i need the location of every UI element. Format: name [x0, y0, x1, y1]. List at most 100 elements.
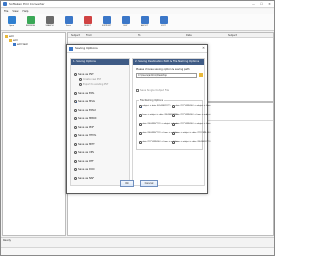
save-icon: [64, 16, 73, 24]
naming-radio[interactable]: [172, 132, 175, 135]
format-option[interactable]: Save as EML: [74, 91, 94, 95]
format-option[interactable]: Save as HTML: [74, 134, 96, 137]
app-logo-icon: [3, 2, 7, 6]
naming-radio[interactable]: [172, 105, 175, 108]
pst-sub-radio[interactable]: [79, 78, 82, 81]
tree-node-grandchild[interactable]: eml test: [13, 43, 28, 46]
naming-legend: File Naming Options: [139, 99, 165, 102]
format-option[interactable]: Save as MBOX: [74, 117, 97, 120]
tree-node-child[interactable]: eml: [9, 39, 18, 42]
column-header[interactable]: Subject: [71, 33, 80, 38]
column-header[interactable]: Date: [186, 33, 192, 38]
search-icon: [45, 16, 54, 24]
naming-radio[interactable]: [139, 114, 142, 117]
mail-icon: [13, 43, 16, 46]
close-window-button[interactable]: ✕: [267, 2, 272, 6]
format-radio[interactable]: [74, 117, 77, 120]
status-bar: Ready: [1, 237, 274, 245]
naming-option[interactable]: from + subject + date (DD-MM-YYYY): [172, 141, 211, 144]
format-radio[interactable]: [74, 176, 77, 180]
path-label: Please choose saving option & saving pat…: [136, 68, 190, 71]
about-button[interactable]: ABOUT: [136, 14, 153, 30]
save-button[interactable]: Save: [60, 14, 77, 30]
naming-radio[interactable]: [139, 105, 142, 108]
naming-radio[interactable]: [139, 123, 142, 126]
maximize-button[interactable]: ☐: [259, 2, 264, 6]
file-naming-group: File Naming Options subject + date (DD-M…: [136, 99, 211, 150]
format-option[interactable]: Save as PST: [74, 73, 94, 76]
single-output-option[interactable]: Save Single Output File: [136, 89, 169, 92]
column-header[interactable]: From: [86, 33, 92, 38]
naming-radio[interactable]: [139, 141, 142, 144]
exit-button[interactable]: EXIT: [155, 14, 172, 30]
search-button[interactable]: SEARCH: [41, 14, 58, 30]
naming-option[interactable]: date (YYYY-MM-DD) + from + subject: [172, 114, 211, 117]
open-icon: [7, 16, 16, 24]
format-radio[interactable]: [74, 108, 77, 112]
format-option[interactable]: Save as EMLX: [74, 108, 96, 112]
minimize-button[interactable]: —: [251, 2, 256, 6]
app-logo-icon: [69, 47, 73, 51]
format-radio[interactable]: [74, 91, 77, 95]
status-text: Ready: [3, 239, 12, 242]
pst-sub-option[interactable]: Create new PST: [79, 78, 101, 81]
format-radio[interactable]: [74, 125, 77, 129]
naming-option[interactable]: date (YYYY-MM-DD) + subject + from: [172, 123, 211, 126]
format-option[interactable]: Save as MHT: [74, 142, 95, 146]
folder-icon: [5, 35, 8, 38]
format-option[interactable]: Save as NSF: [74, 176, 94, 180]
tree-node-root[interactable]: eml: [5, 35, 14, 38]
naming-option[interactable]: subject + date (DD-MM-YYYY): [139, 105, 170, 108]
naming-radio[interactable]: [139, 132, 142, 135]
format-option[interactable]: Save as MSG: [74, 100, 95, 103]
browse-folder-icon[interactable]: [199, 73, 203, 77]
refresh-button[interactable]: REFRESH: [22, 14, 39, 30]
format-radio[interactable]: [74, 100, 77, 103]
naming-option[interactable]: from + subject + date (YYYY-MM-DD): [172, 132, 211, 135]
format-option[interactable]: Save as DOC: [74, 168, 95, 171]
close-icon[interactable]: ✕: [202, 46, 205, 50]
format-radio[interactable]: [74, 134, 77, 137]
bottom-bar: [1, 247, 274, 255]
buy-button[interactable]: BUY: [117, 14, 134, 30]
info-icon: [140, 16, 149, 24]
pst-sub-radio[interactable]: [79, 83, 82, 86]
naming-radio[interactable]: [172, 141, 175, 144]
list-header: Subject From To Date Subject: [68, 33, 273, 38]
single-output-checkbox[interactable]: [136, 89, 139, 92]
format-radio[interactable]: [74, 73, 77, 76]
naming-radio[interactable]: [172, 123, 175, 126]
ok-button[interactable]: Ok: [120, 180, 134, 187]
naming-option[interactable]: date (YYYY-MM-DD) + subject + from: [172, 105, 211, 108]
support-icon: [102, 16, 111, 24]
open-button[interactable]: Open: [3, 14, 20, 30]
window-title: Softaken Eml Converter: [9, 2, 45, 6]
column-header[interactable]: Subject: [228, 33, 237, 38]
format-option[interactable]: Save as XPS: [74, 151, 94, 154]
column-header[interactable]: To: [138, 33, 141, 38]
dialog-title: Saving Options: [75, 46, 98, 50]
destination-panel: 2. Saving Destination Path & File Naming…: [132, 58, 211, 186]
saving-options-dialog: Saving Options ✕ 1. Saving Options Save …: [66, 44, 211, 194]
cart-icon: [121, 16, 130, 24]
folder-icon: [9, 39, 12, 42]
support-button[interactable]: SUPPORT: [98, 14, 115, 30]
destination-path-input[interactable]: [136, 73, 197, 78]
format-radio[interactable]: [74, 151, 77, 154]
format-radio[interactable]: [74, 168, 77, 171]
format-option[interactable]: Save as RTF: [74, 159, 94, 163]
folder-tree: eml eml eml test: [2, 32, 66, 236]
reset-icon: [83, 16, 92, 24]
exit-icon: [159, 16, 168, 24]
format-radio[interactable]: [74, 142, 77, 146]
pst-sub-option[interactable]: Export to existing PST: [79, 83, 108, 86]
saving-options-panel: 1. Saving Options Save as PST Create new …: [70, 58, 130, 186]
reset-button[interactable]: RESET: [79, 14, 96, 30]
format-radio[interactable]: [74, 159, 77, 163]
title-bar: Softaken Eml Converter — ☐ ✕: [1, 1, 274, 8]
refresh-icon: [26, 16, 35, 24]
format-option[interactable]: Save as PDF: [74, 125, 94, 129]
panel-header: 1. Saving Options: [71, 59, 129, 65]
cancel-button[interactable]: Cancel: [140, 180, 158, 187]
naming-radio[interactable]: [172, 114, 175, 117]
